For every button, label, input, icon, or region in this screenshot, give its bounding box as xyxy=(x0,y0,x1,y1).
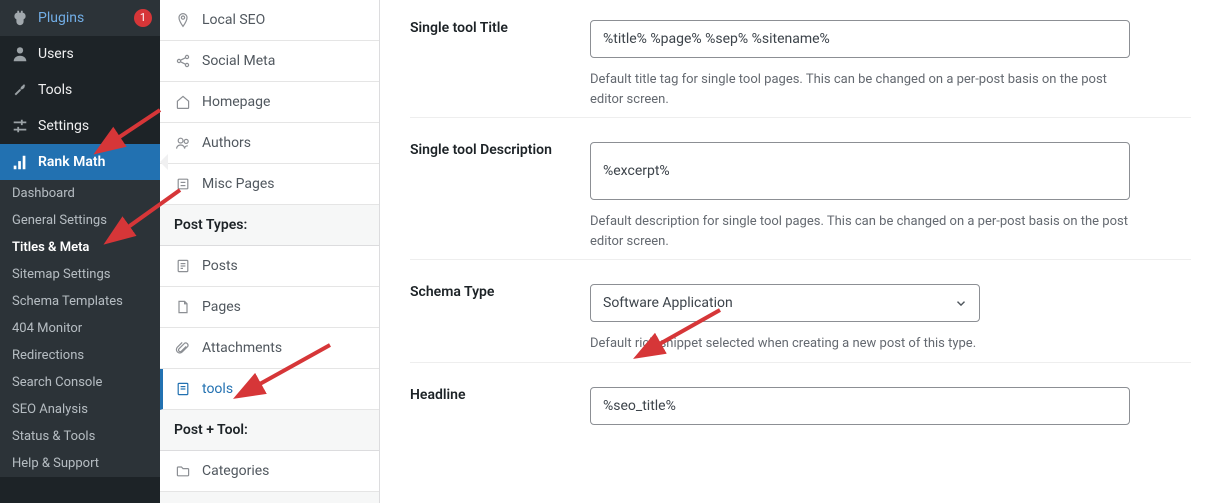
submenu-schema[interactable]: Schema Templates xyxy=(0,288,160,315)
menu-plugins-label: Plugins xyxy=(38,10,130,26)
rankmath-submenu: Dashboard General Settings Titles & Meta… xyxy=(0,180,160,477)
single-tool-title-input[interactable] xyxy=(590,20,1130,58)
field-label-title: Single tool Title xyxy=(410,20,590,109)
menu-tools-label: Tools xyxy=(38,82,152,98)
menu-tools[interactable]: Tools xyxy=(0,72,160,108)
tab-authors-label: Authors xyxy=(202,135,251,151)
menu-rankmath-label: Rank Math xyxy=(38,154,152,170)
wrench-icon xyxy=(10,80,30,100)
user-icon xyxy=(10,44,30,64)
tab-posts[interactable]: Posts xyxy=(160,246,379,287)
tab-categories[interactable]: Categories xyxy=(160,451,379,492)
submenu-help[interactable]: Help & Support xyxy=(0,450,160,477)
post-icon xyxy=(174,257,192,275)
plug-icon xyxy=(10,8,30,28)
tab-homepage[interactable]: Homepage xyxy=(160,82,379,123)
submenu-dashboard[interactable]: Dashboard xyxy=(0,180,160,207)
submenu-sitemap[interactable]: Sitemap Settings xyxy=(0,261,160,288)
wp-admin-sidebar: Plugins 1 Users Tools Settings Rank Ma xyxy=(0,0,160,503)
single-tool-description-helper: Default description for single tool page… xyxy=(590,212,1130,251)
headline-input[interactable] xyxy=(590,387,1130,425)
menu-users[interactable]: Users xyxy=(0,36,160,72)
sliders-icon xyxy=(10,116,30,136)
post-type-icon xyxy=(174,380,192,398)
chart-icon xyxy=(10,152,30,172)
tab-local-seo-label: Local SEO xyxy=(202,12,265,28)
single-tool-description-input[interactable] xyxy=(590,142,1130,200)
menu-settings-label: Settings xyxy=(38,118,152,134)
tab-section-post-tool: Post + Tool: xyxy=(160,410,379,451)
submenu-404[interactable]: 404 Monitor xyxy=(0,315,160,342)
tab-local-seo[interactable]: Local SEO xyxy=(160,0,379,41)
field-label-schema: Schema Type xyxy=(410,284,590,354)
users-icon xyxy=(174,134,192,152)
paperclip-icon xyxy=(174,339,192,357)
tab-tools[interactable]: tools xyxy=(160,369,379,410)
schema-type-helper: Default rich snippet selected when creat… xyxy=(590,334,1130,354)
settings-tabs: Local SEO Social Meta Homepage Authors M… xyxy=(160,0,380,503)
home-icon xyxy=(174,93,192,111)
submenu-general[interactable]: General Settings xyxy=(0,207,160,234)
tab-attachments[interactable]: Attachments xyxy=(160,328,379,369)
tab-pages-label: Pages xyxy=(202,299,241,315)
menu-users-label: Users xyxy=(38,46,152,62)
page-icon xyxy=(174,298,192,316)
tab-posts-label: Posts xyxy=(202,258,238,274)
share-icon xyxy=(174,52,192,70)
submenu-seo-analysis[interactable]: SEO Analysis xyxy=(0,396,160,423)
menu-settings[interactable]: Settings xyxy=(0,108,160,144)
tab-social-meta-label: Social Meta xyxy=(202,53,275,69)
field-label-headline: Headline xyxy=(410,387,590,425)
tab-tools-label: tools xyxy=(202,381,233,397)
folder-icon xyxy=(174,462,192,480)
tab-authors[interactable]: Authors xyxy=(160,123,379,164)
menu-plugins[interactable]: Plugins 1 xyxy=(0,0,160,36)
settings-panel: Single tool Title Default title tag for … xyxy=(380,0,1221,503)
tab-misc-label: Misc Pages xyxy=(202,176,275,192)
menu-rankmath[interactable]: Rank Math xyxy=(0,144,160,180)
tab-pages[interactable]: Pages xyxy=(160,287,379,328)
tab-homepage-label: Homepage xyxy=(202,94,270,110)
schema-type-select[interactable]: Software Application xyxy=(590,284,980,322)
tab-attachments-label: Attachments xyxy=(202,340,282,356)
tab-categories-label: Categories xyxy=(202,463,269,479)
plugins-badge: 1 xyxy=(134,9,152,27)
chevron-down-icon xyxy=(954,296,968,310)
tab-section-post-types: Post Types: xyxy=(160,205,379,246)
submenu-redirections[interactable]: Redirections xyxy=(0,342,160,369)
submenu-status[interactable]: Status & Tools xyxy=(0,423,160,450)
stack-icon xyxy=(174,175,192,193)
single-tool-title-helper: Default title tag for single tool pages.… xyxy=(590,70,1130,109)
tab-misc[interactable]: Misc Pages xyxy=(160,164,379,205)
tab-social-meta[interactable]: Social Meta xyxy=(160,41,379,82)
pin-icon xyxy=(174,11,192,29)
submenu-titles[interactable]: Titles & Meta xyxy=(0,234,160,261)
field-label-description: Single tool Description xyxy=(410,142,590,251)
submenu-search-console[interactable]: Search Console xyxy=(0,369,160,396)
